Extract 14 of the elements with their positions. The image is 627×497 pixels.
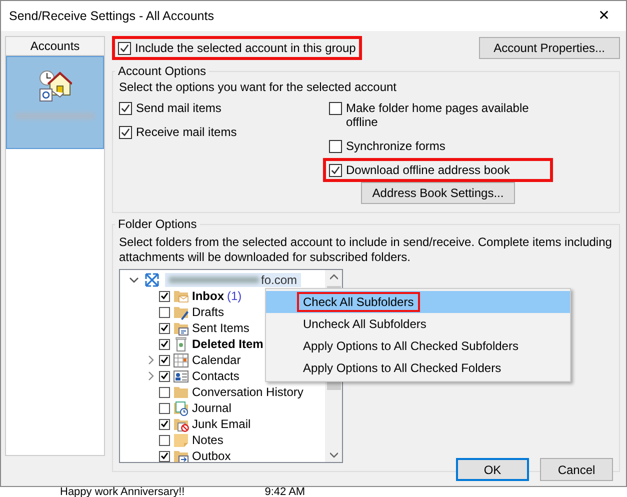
message-time: 9:42 AM <box>264 487 306 497</box>
checkbox-label: Make folder home pages available offline <box>346 101 530 129</box>
checkbox-label: Synchronize forms <box>346 139 446 153</box>
window-title: Send/Receive Settings - All Accounts <box>9 9 214 23</box>
instruction-text: Select the options you want for the selected account <box>119 80 398 94</box>
group-title: Account Options <box>117 64 208 78</box>
checkbox-label: Receive mail items <box>136 125 237 139</box>
message-subject: Happy work Anniversary!! <box>60 487 185 497</box>
instruction-text: Select folders from the selected account to include in send/receive. Complete items including attachments will be downloaded for subscribed folders. <box>119 235 613 265</box>
unread-count: (1) <box>227 289 242 303</box>
checkbox-label: Download offline address book <box>346 163 510 177</box>
checkbox-label: Include the selected account in this group <box>135 41 356 55</box>
group-title: Folder Options <box>117 217 198 231</box>
checkbox-label: Send mail items <box>136 101 222 115</box>
